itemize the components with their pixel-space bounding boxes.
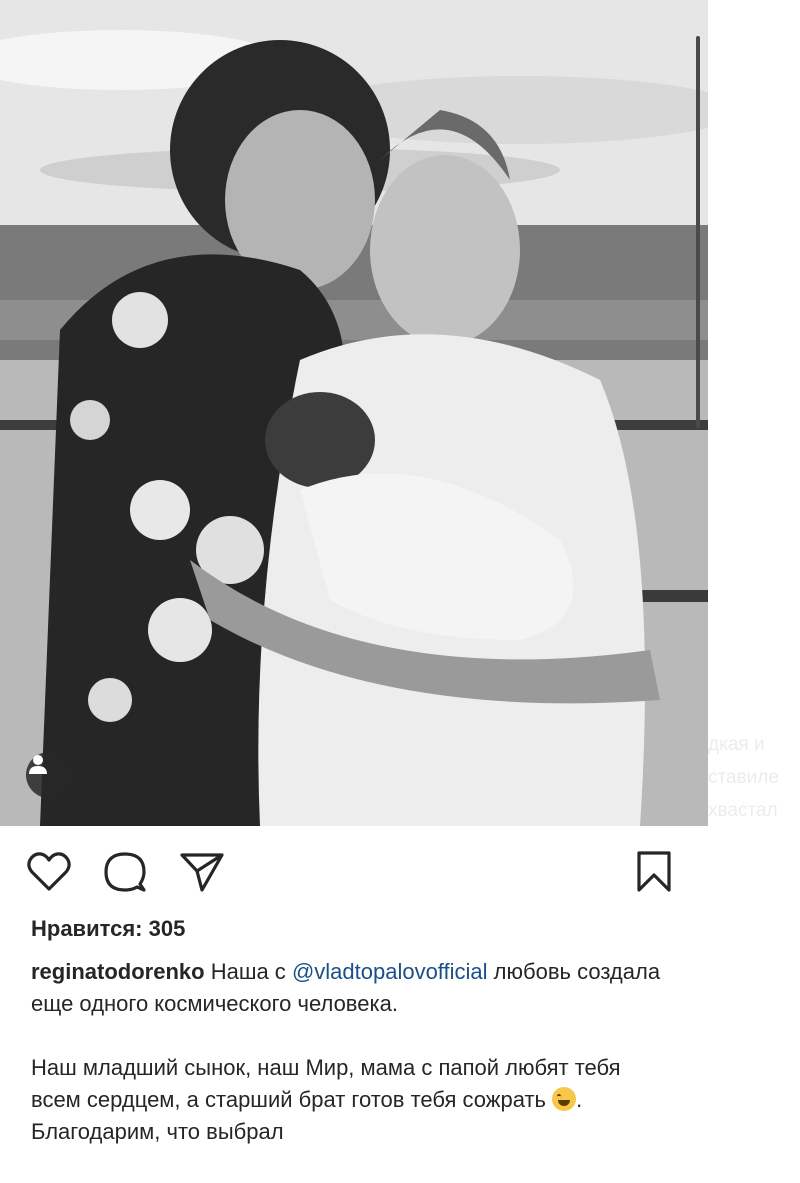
caption-paragraph-2-text: Наш младший сынок, наш Мир, мама с папой… [31,1055,621,1112]
post-photo[interactable] [0,0,708,826]
background-fragment: дкая и [708,734,765,755]
post-caption: reginatodorenko Наша с @vladtopalovoffic… [31,956,671,1148]
instagram-post: Нравится: 305 reginatodorenko Наша с @vl… [0,0,708,1183]
bookmark-icon[interactable] [630,848,678,896]
user-tag-icon[interactable] [26,752,72,798]
laughing-emoji-icon [552,1087,577,1111]
photo-scroll-indicator [696,36,700,428]
heart-icon[interactable] [25,848,73,896]
comment-icon[interactable] [101,848,149,896]
caption-username[interactable]: reginatodorenko [31,959,205,984]
caption-text: Наша с [204,959,292,984]
send-icon[interactable] [178,848,226,896]
background-fragment: ставиле [708,767,779,788]
caption-paragraph-1: reginatodorenko Наша с @vladtopalovoffic… [31,956,671,1020]
background-text-fragments: дкая и ставиле хвастал [708,728,800,827]
post-actions-bar [0,826,708,916]
caption-paragraph-2: Наш младший сынок, наш Мир, мама с папой… [31,1052,671,1148]
likes-count[interactable]: Нравится: 305 [31,916,185,942]
caption-mention-link[interactable]: @vladtopalovofficial [292,959,488,984]
background-fragment: хвастал [708,800,778,821]
photo-illustration [0,0,708,826]
